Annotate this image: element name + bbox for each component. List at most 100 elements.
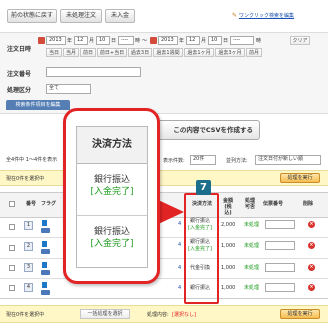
truck-icon bbox=[41, 290, 50, 295]
hour-unit: 時 bbox=[256, 38, 262, 44]
hour-to-select[interactable]: ---- bbox=[230, 36, 254, 45]
order-amount: 1,000 bbox=[221, 265, 236, 271]
day-unit: 日 bbox=[223, 38, 229, 44]
select-all-button[interactable]: 一括処理を選択 bbox=[80, 309, 130, 319]
order-amount: 2,000 bbox=[221, 222, 236, 228]
calendar-icon[interactable] bbox=[150, 37, 157, 44]
tracking-input[interactable] bbox=[265, 220, 295, 229]
execute-button[interactable]: 処理を実行 bbox=[280, 309, 320, 319]
tracking-input[interactable] bbox=[265, 241, 295, 250]
row-number-badge: 4 bbox=[24, 283, 33, 292]
month-unit: 月 bbox=[89, 38, 95, 44]
row-number-badge: 1 bbox=[24, 221, 33, 230]
order-date-label: 注文日時 bbox=[7, 46, 32, 53]
callout-inner-table: 決済方法 銀行振込 [入金完了] 銀行振込 [入金完了] bbox=[76, 126, 148, 268]
quick-3months-button[interactable]: 過去3ヶ月 bbox=[215, 48, 245, 57]
callout-header: 決済方法 bbox=[77, 127, 147, 164]
order-amount: 1,000 bbox=[221, 285, 236, 291]
per-page-label: 表示件数: bbox=[163, 158, 185, 164]
per-page-select[interactable]: 20件 bbox=[190, 155, 216, 165]
status-select[interactable]: 全て bbox=[46, 84, 91, 94]
quick-1week-button[interactable]: 過去1週間 bbox=[153, 48, 183, 57]
process-status: 未処理 bbox=[244, 265, 260, 271]
process-status: 未処理 bbox=[244, 222, 260, 228]
month-unit: 月 bbox=[201, 38, 207, 44]
truck-icon bbox=[41, 249, 50, 254]
unpaid-button[interactable]: 未入金 bbox=[105, 9, 135, 23]
row-checkbox[interactable] bbox=[9, 245, 15, 251]
day-from-select[interactable]: 10 bbox=[96, 36, 110, 45]
flag-icon[interactable] bbox=[42, 282, 47, 288]
execute-button[interactable]: 処理を実行 bbox=[280, 173, 320, 183]
unprocessed-orders-button[interactable]: 未処理注文 bbox=[60, 9, 102, 23]
result-count: 全4件中 1〜4件を表示 bbox=[6, 157, 58, 163]
quick-3days-button[interactable]: 過去3日 bbox=[128, 48, 152, 57]
csv-button[interactable]: この内容でCSVを作成する bbox=[150, 120, 260, 140]
sort-label: 並列方法: bbox=[226, 158, 248, 164]
edit-conditions-label: 検索条件項目を編集 bbox=[15, 102, 61, 108]
callout-row: 銀行振込 [入金完了] bbox=[77, 164, 147, 216]
order-amount: 1,000 bbox=[221, 243, 236, 249]
flag-icon[interactable] bbox=[42, 262, 47, 268]
oneclick-edit-link[interactable]: ✎ ワンクリック検索を編集 bbox=[232, 12, 294, 19]
tracking-input[interactable] bbox=[265, 283, 295, 292]
hour-from-select[interactable]: ---- bbox=[118, 36, 134, 45]
row-checkbox[interactable] bbox=[9, 265, 15, 271]
process-content-value: [選択なし] bbox=[172, 312, 196, 318]
col-amount: 金額(税込) bbox=[222, 198, 233, 216]
pencil-icon: ✎ bbox=[232, 12, 238, 19]
delete-icon[interactable]: × bbox=[308, 264, 315, 271]
col-process: 処理可否 bbox=[244, 198, 255, 210]
month-to-select[interactable]: 12 bbox=[186, 36, 200, 45]
selected-count: 現在0件を選択中 bbox=[6, 176, 45, 182]
order-link-fragment[interactable]: 4 bbox=[178, 285, 181, 291]
step-badge: 7 bbox=[196, 180, 211, 195]
edit-conditions-tab[interactable]: 検索条件項目を編集 bbox=[6, 100, 70, 110]
zoom-callout: 決済方法 銀行振込 [入金完了] 銀行振込 [入金完了] bbox=[63, 108, 160, 284]
row-number-badge: 2 bbox=[24, 242, 33, 251]
day-to-select[interactable]: 10 bbox=[208, 36, 222, 45]
order-number-input[interactable] bbox=[46, 67, 141, 77]
status-label: 処理区分 bbox=[7, 87, 32, 94]
flag-icon[interactable] bbox=[42, 241, 47, 247]
csv-label: この内容でCSVを作成する bbox=[173, 126, 253, 134]
month-from-select[interactable]: 12 bbox=[74, 36, 88, 45]
row-number-badge: 3 bbox=[24, 263, 33, 272]
calendar-icon[interactable] bbox=[38, 37, 45, 44]
callout-payment-method: 銀行振込 bbox=[93, 227, 130, 237]
process-status: 未処理 bbox=[244, 243, 260, 249]
delete-icon[interactable]: × bbox=[308, 221, 315, 228]
quick-prev-month-button[interactable]: 前月 bbox=[246, 48, 262, 57]
col-delete: 削除 bbox=[303, 201, 314, 207]
bulk-bar-top bbox=[0, 170, 328, 186]
quick-prev-today-button[interactable]: 前日+当日 bbox=[97, 48, 127, 57]
day-unit: 日 bbox=[111, 38, 117, 44]
truck-icon bbox=[41, 270, 50, 275]
select-all-checkbox[interactable] bbox=[9, 201, 15, 207]
row-checkbox[interactable] bbox=[9, 285, 15, 291]
sort-select[interactable]: 注文日付が新しい順 bbox=[255, 155, 321, 165]
col-flag: フラグ bbox=[41, 201, 57, 207]
year-unit: 年 bbox=[67, 38, 73, 44]
year-to-select[interactable]: 2013 bbox=[158, 36, 178, 45]
back-button[interactable]: 前の状態に戻す bbox=[7, 9, 57, 23]
quick-month-button[interactable]: 当月 bbox=[63, 48, 79, 57]
callout-row: 銀行振込 [入金完了] bbox=[77, 216, 147, 268]
delete-icon[interactable]: × bbox=[308, 284, 315, 291]
delete-icon[interactable]: × bbox=[308, 242, 315, 249]
year-from-select[interactable]: 2013 bbox=[46, 36, 66, 45]
clear-button[interactable]: クリア bbox=[290, 36, 310, 45]
flag-icon[interactable] bbox=[42, 220, 47, 226]
truck-icon bbox=[41, 228, 50, 233]
quick-today-button[interactable]: 当日 bbox=[46, 48, 62, 57]
callout-payment-status: [入金完了] bbox=[90, 239, 134, 249]
tracking-input[interactable] bbox=[265, 263, 295, 272]
range-separator: 〜 bbox=[142, 38, 148, 44]
order-link-fragment[interactable]: 4 bbox=[178, 242, 181, 248]
order-link-fragment[interactable]: 4 bbox=[178, 265, 181, 271]
process-status: 未処理 bbox=[244, 285, 260, 291]
callout-payment-status: [入金完了] bbox=[90, 187, 134, 197]
row-checkbox[interactable] bbox=[9, 224, 15, 230]
quick-prev-day-button[interactable]: 前日 bbox=[80, 48, 96, 57]
quick-1month-button[interactable]: 過去1ヶ月 bbox=[184, 48, 214, 57]
